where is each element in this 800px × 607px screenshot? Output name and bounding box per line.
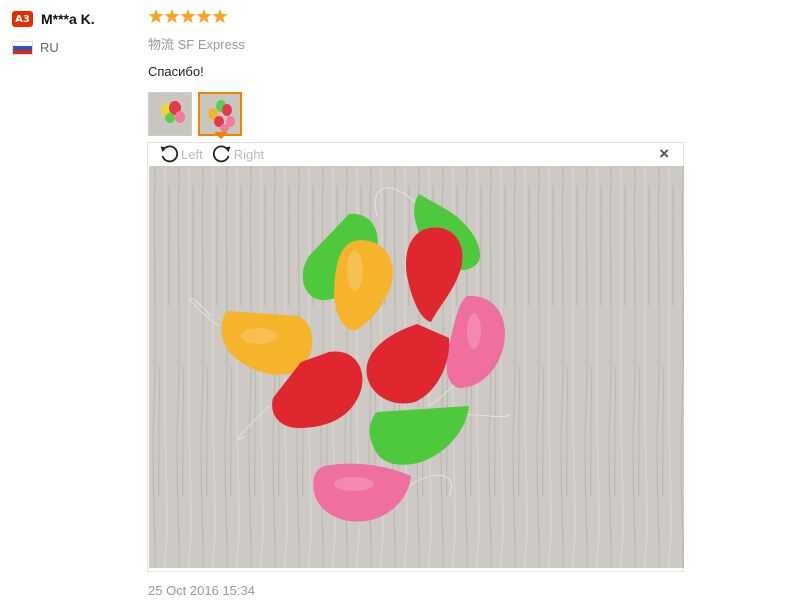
image-viewer: Left Right × [147,142,684,572]
needle-threaders-photo [149,166,684,568]
star-icon [148,9,164,23]
star-icon [164,9,180,23]
star-icon [180,9,196,23]
reviewer-name: M***a K. [41,11,95,27]
rotate-right-button[interactable]: Right [211,143,264,165]
close-icon[interactable]: × [659,145,669,162]
rotate-left-button[interactable]: Left [158,143,203,165]
reviewer-row: A3 M***a K. [12,10,132,28]
viewer-toolbar: Left Right × [148,143,683,165]
thumbnail-1[interactable] [148,92,192,136]
review-photo[interactable] [149,166,684,568]
rotate-right-icon [212,145,231,163]
feedback-text: Спасибо! [148,64,204,79]
star-icon [196,9,212,23]
rotate-left-icon [160,145,179,163]
photo-thumbnails [148,92,688,136]
active-thumbnail-pointer [214,132,228,139]
star-icon [212,9,228,23]
review-timestamp: 25 Oct 2016 15:34 [148,583,255,598]
reviewer-info: A3 M***a K. RU [12,10,132,55]
star-rating [148,8,688,28]
review-item: A3 M***a K. RU 物流 SF Express Спасибо! Le… [0,0,800,607]
rotate-right-label: Right [233,146,265,162]
buyer-level-badge: A3 [12,11,33,27]
rotate-left-label: Left [181,146,203,162]
review-content: 物流 SF Express Спасибо! [148,8,688,136]
russia-flag-icon [12,40,33,55]
thumbnail-2[interactable] [198,92,242,136]
reviewer-country: RU [12,40,132,55]
logistics-info: 物流 SF Express [148,37,245,52]
country-code: RU [40,40,59,55]
